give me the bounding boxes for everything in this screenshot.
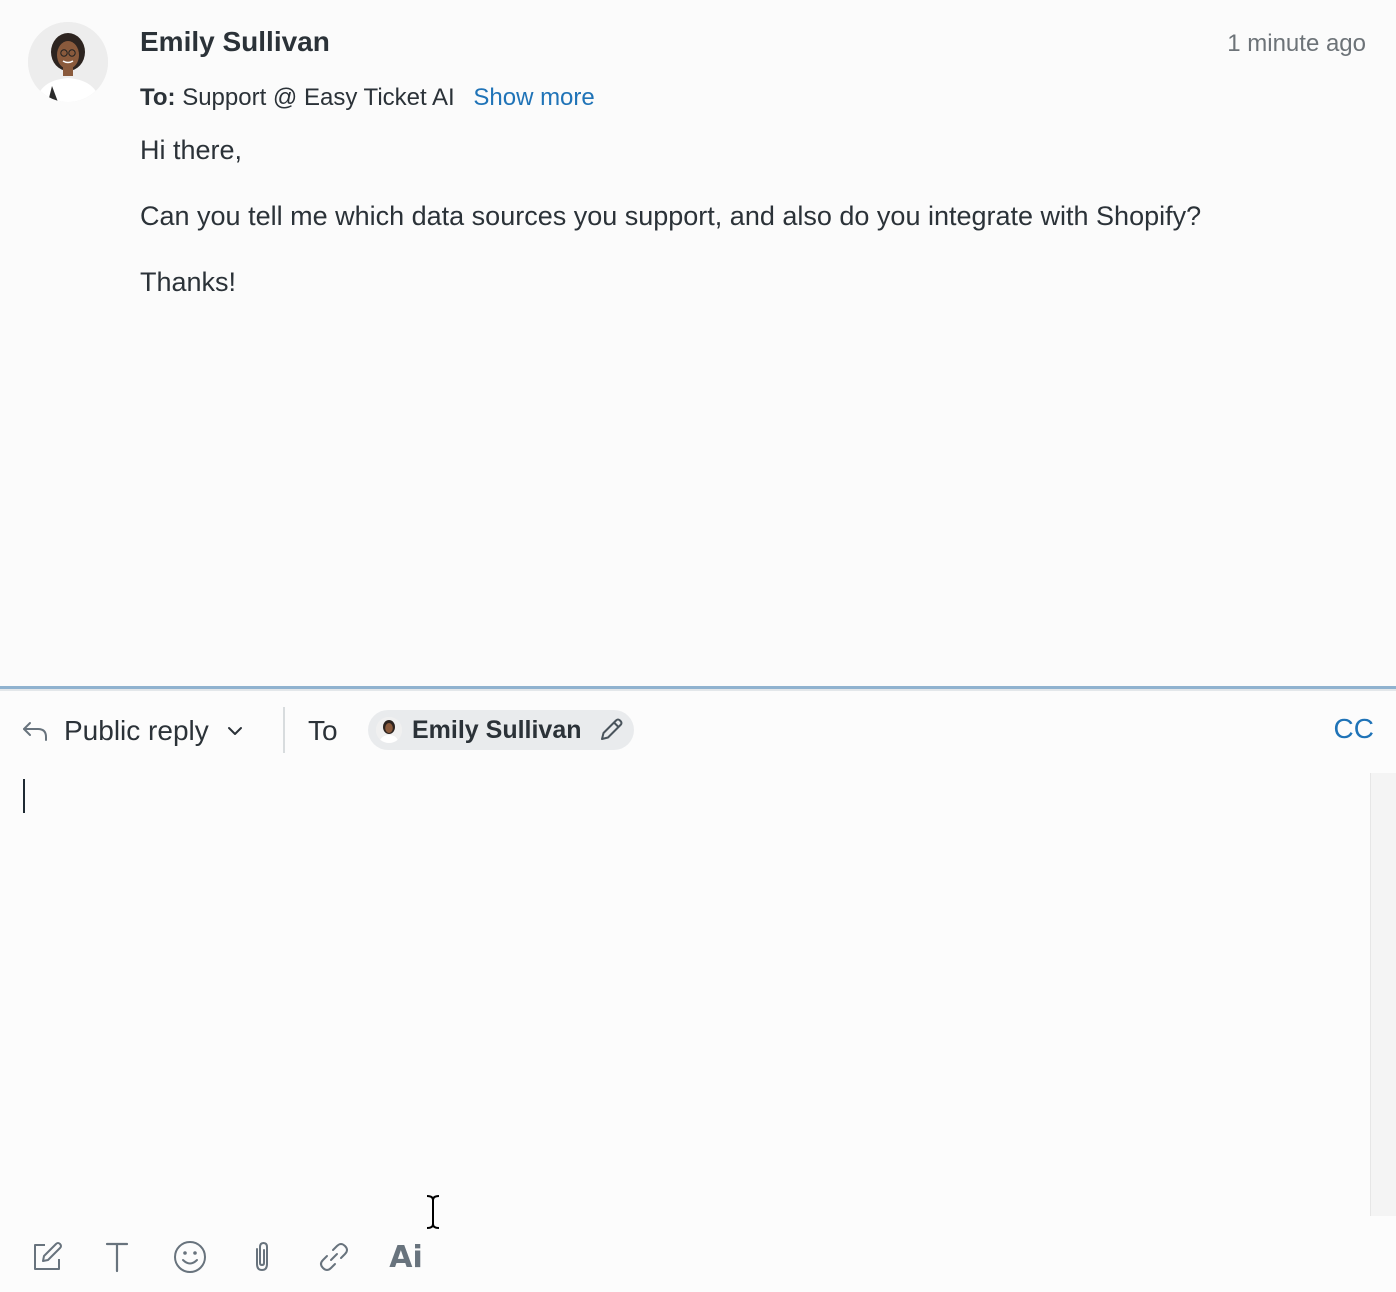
link-icon xyxy=(320,1243,348,1271)
to-value: Support @ Easy Ticket AI xyxy=(182,84,455,111)
attachment-button[interactable] xyxy=(242,1235,282,1279)
reply-icon xyxy=(23,722,47,741)
compose-icon xyxy=(34,1242,62,1270)
text-format-icon xyxy=(105,1242,129,1273)
text-format-button[interactable] xyxy=(97,1235,137,1279)
compose-button[interactable] xyxy=(27,1235,67,1279)
editor-scrollbar[interactable] xyxy=(1370,773,1396,1216)
recipient-avatar xyxy=(376,717,402,743)
reply-type-dropdown[interactable]: Public reply xyxy=(20,711,245,751)
message-paragraph: Can you tell me which data sources you s… xyxy=(140,201,1202,231)
message-paragraph: Hi there, xyxy=(140,135,243,165)
reply-type-label: Public reply xyxy=(64,715,209,746)
ai-assist-button[interactable]: Ai xyxy=(386,1235,426,1279)
emoji-icon xyxy=(174,1241,206,1273)
sender-avatar[interactable] xyxy=(28,22,108,102)
ai-icon: Ai xyxy=(389,1239,423,1275)
emoji-button[interactable] xyxy=(170,1235,210,1279)
reply-composer: Public reply To Emily Sullivan CC Ai xyxy=(0,691,1396,1292)
cc-button[interactable]: CC xyxy=(1334,713,1374,745)
link-button[interactable] xyxy=(314,1235,354,1279)
ibeam-cursor-icon xyxy=(426,1195,440,1229)
to-label: To xyxy=(308,715,338,746)
recipient-line: To: Support @ Easy Ticket AI Show more xyxy=(140,84,595,112)
message-body: Hi there, Can you tell me which data sou… xyxy=(140,134,1201,332)
to-prefix: To: xyxy=(140,84,176,111)
reply-editor[interactable] xyxy=(0,773,1368,1213)
text-caret xyxy=(23,779,25,813)
attachment-icon xyxy=(256,1241,268,1272)
recipient-pill[interactable]: Emily Sullivan xyxy=(368,710,634,750)
composer-toolbar: Ai xyxy=(0,1235,1396,1285)
recipient-name: Emily Sullivan xyxy=(412,715,582,744)
pencil-icon[interactable] xyxy=(596,715,626,745)
header-separator xyxy=(283,707,285,753)
message-timestamp: 1 minute ago xyxy=(1227,30,1366,57)
message-paragraph: Thanks! xyxy=(140,267,237,297)
show-more-link[interactable]: Show more xyxy=(473,84,594,111)
sender-name: Emily Sullivan xyxy=(140,26,330,57)
message-panel: Emily Sullivan 1 minute ago To: Support … xyxy=(0,0,1396,686)
chevron-down-icon xyxy=(227,727,242,735)
